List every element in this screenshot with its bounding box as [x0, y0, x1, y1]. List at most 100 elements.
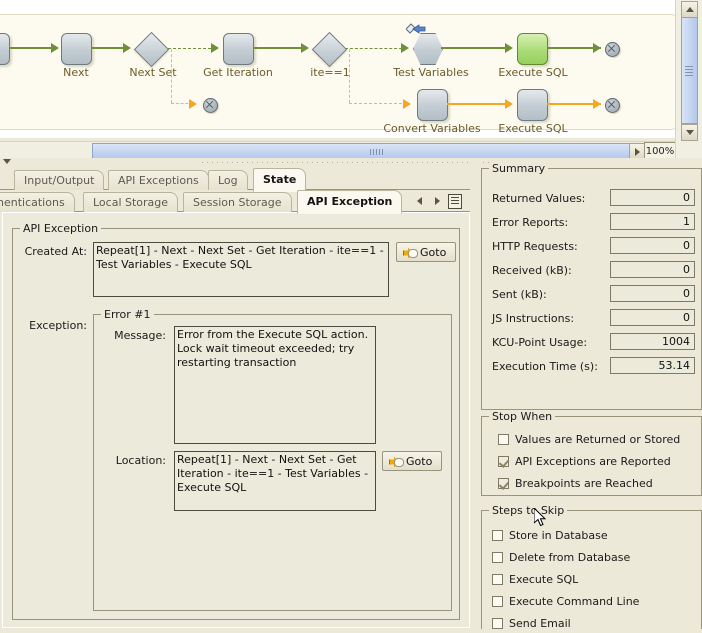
stop-when-item-breakpoints[interactable]: Breakpoints are Reached: [498, 473, 653, 493]
tab-api-exception[interactable]: API Exception: [297, 190, 403, 214]
summary-label-received: Received (kB):: [492, 264, 572, 277]
flow-end-node-top[interactable]: [605, 42, 620, 57]
tab-session-storage[interactable]: Session Storage: [183, 192, 292, 212]
diagram-vertical-scrollbar[interactable]: [675, 0, 702, 158]
vscroll-up-button[interactable]: [681, 1, 698, 18]
summary-value-returned-values[interactable]: 0: [610, 189, 695, 206]
summary-label-returned-values: Returned Values:: [492, 192, 586, 205]
flow-arrow-9: [593, 99, 601, 109]
workflow-diagram-panel[interactable]: Next Next Set Get Iteration ite==1 Test …: [0, 0, 676, 138]
summary-label-execution-time: Execution Time (s):: [492, 360, 598, 373]
created-at-value[interactable]: Repeat[1] - Next - Next Set - Get Iterat…: [93, 242, 389, 297]
flow-node-execute-sql-top[interactable]: [517, 33, 548, 65]
summary-row: Sent (kB): 0: [482, 285, 701, 306]
tab-input-output[interactable]: Input/Output: [14, 170, 105, 190]
summary-value-execution-time[interactable]: 53.14: [610, 357, 695, 374]
stop-when-group-title: Stop When: [489, 410, 556, 423]
flow-label-next: Next: [63, 66, 89, 79]
stop-when-item-values-returned[interactable]: Values are Returned or Stored: [498, 429, 680, 449]
tabs-primary[interactable]: Input/Output API Exceptions Log State: [0, 168, 470, 192]
chevron-left-icon: [416, 197, 422, 205]
api-exception-group: API Exception Created At: Repeat[1] - Ne…: [12, 222, 460, 620]
summary-value-received[interactable]: 0: [610, 261, 695, 278]
flow-arrow-6: [505, 43, 513, 53]
chevron-down-icon: [3, 159, 11, 164]
flow-node-convert-variables[interactable]: [417, 89, 448, 121]
hscroll-grip: [370, 149, 384, 155]
splitter-handle[interactable]: [200, 158, 470, 164]
flow-node-next[interactable]: [61, 33, 92, 65]
tab-log[interactable]: Log: [208, 170, 248, 190]
stop-when-label-values-returned: Values are Returned or Stored: [515, 432, 681, 446]
flow-end-node-branch1[interactable]: [203, 98, 218, 113]
tabs-secondary[interactable]: hentications Local Storage Session Stora…: [0, 190, 470, 214]
message-value[interactable]: Error from the Execute SQL action. Lock …: [174, 326, 376, 444]
summary-value-http-requests[interactable]: 0: [610, 237, 695, 254]
vscroll-thumb[interactable]: [681, 17, 698, 124]
location-goto-button[interactable]: Goto: [382, 451, 442, 471]
steps-to-skip-item-store-in-database[interactable]: Store in Database: [492, 525, 608, 545]
workflow-canvas[interactable]: Next Next Set Get Iteration ite==1 Test …: [0, 14, 676, 135]
flow-edge-3: [168, 48, 216, 49]
chevron-down-icon: [685, 130, 694, 135]
summary-row: JS Instructions: 0: [482, 309, 701, 330]
steps-to-skip-item-execute-command-line[interactable]: Execute Command Line: [492, 591, 639, 611]
tab-state[interactable]: State: [253, 168, 307, 192]
flow-edge-6: [441, 47, 511, 49]
flow-node-get-iteration[interactable]: [223, 33, 254, 65]
summary-row: Received (kB): 0: [482, 261, 701, 282]
diagram-horizontal-scrollbar[interactable]: 100%: [0, 141, 676, 161]
stop-when-item-api-exceptions[interactable]: API Exceptions are Reported: [498, 451, 671, 471]
summary-row: Error Reports: 1: [482, 213, 701, 234]
summary-label-js-instructions: JS Instructions:: [492, 312, 575, 325]
steps-to-skip-item-delete-from-database[interactable]: Delete from Database: [492, 547, 630, 567]
steps-to-skip-item-send-email[interactable]: Send Email: [492, 613, 571, 633]
tab-scroll-left-button[interactable]: [412, 194, 426, 208]
exception-label: Exception:: [29, 319, 87, 332]
summary-row: Execution Time (s): 53.14: [482, 357, 701, 378]
flow-node-condition[interactable]: [311, 31, 348, 68]
steps-label-execute-sql: Execute SQL: [509, 572, 579, 586]
flow-arrow-4: [301, 43, 309, 53]
summary-value-kcu-point-usage[interactable]: 1004: [610, 333, 695, 350]
api-exception-group-title: API Exception: [20, 222, 102, 235]
summary-value-error-reports[interactable]: 1: [610, 213, 695, 230]
goto-arrow-icon: [389, 456, 404, 467]
checkbox-api-exceptions[interactable]: [498, 455, 509, 467]
location-value[interactable]: Repeat[1] - Next - Next Set - Get Iterat…: [174, 451, 376, 511]
goto-button-label: Goto: [420, 245, 447, 259]
checkbox-execute-command-line[interactable]: [492, 595, 503, 607]
flow-node-test-variables[interactable]: [413, 33, 443, 65]
flow-node-execute-sql-bottom[interactable]: [517, 89, 548, 121]
summary-label-sent: Sent (kB):: [492, 288, 547, 301]
summary-group-title: Summary: [489, 162, 549, 175]
flow-arrow-2: [123, 43, 131, 53]
steps-label-delete-from-database: Delete from Database: [509, 550, 631, 564]
vscroll-down-button[interactable]: [681, 124, 698, 141]
tab-scroll-right-button[interactable]: [430, 194, 444, 208]
flow-node-next-set[interactable]: [133, 31, 170, 68]
checkbox-execute-sql[interactable]: [492, 573, 503, 585]
tab-authentications[interactable]: hentications: [0, 192, 75, 212]
flow-branch-2-horizontal: [349, 103, 407, 104]
checkbox-breakpoints[interactable]: [498, 477, 509, 489]
checkbox-send-email[interactable]: [492, 617, 503, 629]
flow-edge-5: [345, 48, 407, 49]
collapse-arrow-icon[interactable]: [3, 159, 11, 164]
checkbox-store-in-database[interactable]: [492, 529, 503, 541]
steps-label-execute-command-line: Execute Command Line: [509, 594, 640, 608]
summary-group: Summary Returned Values: 0 Error Reports…: [481, 162, 702, 410]
checkbox-delete-from-database[interactable]: [492, 551, 503, 563]
summary-value-js-instructions[interactable]: 0: [610, 309, 695, 326]
summary-value-sent[interactable]: 0: [610, 285, 695, 302]
tab-list-icon[interactable]: [448, 194, 462, 209]
flow-node-partial[interactable]: [0, 33, 10, 65]
chevron-up-icon: [685, 7, 694, 12]
tab-api-exceptions[interactable]: API Exceptions: [108, 170, 209, 190]
created-at-goto-button[interactable]: Goto: [396, 242, 456, 262]
flow-label-execute-sql-top: Execute SQL: [498, 66, 568, 79]
checkbox-values-returned[interactable]: [498, 433, 509, 445]
flow-end-node-bottom[interactable]: [605, 98, 620, 113]
steps-to-skip-item-execute-sql[interactable]: Execute SQL: [492, 569, 578, 589]
tab-local-storage[interactable]: Local Storage: [83, 192, 179, 212]
